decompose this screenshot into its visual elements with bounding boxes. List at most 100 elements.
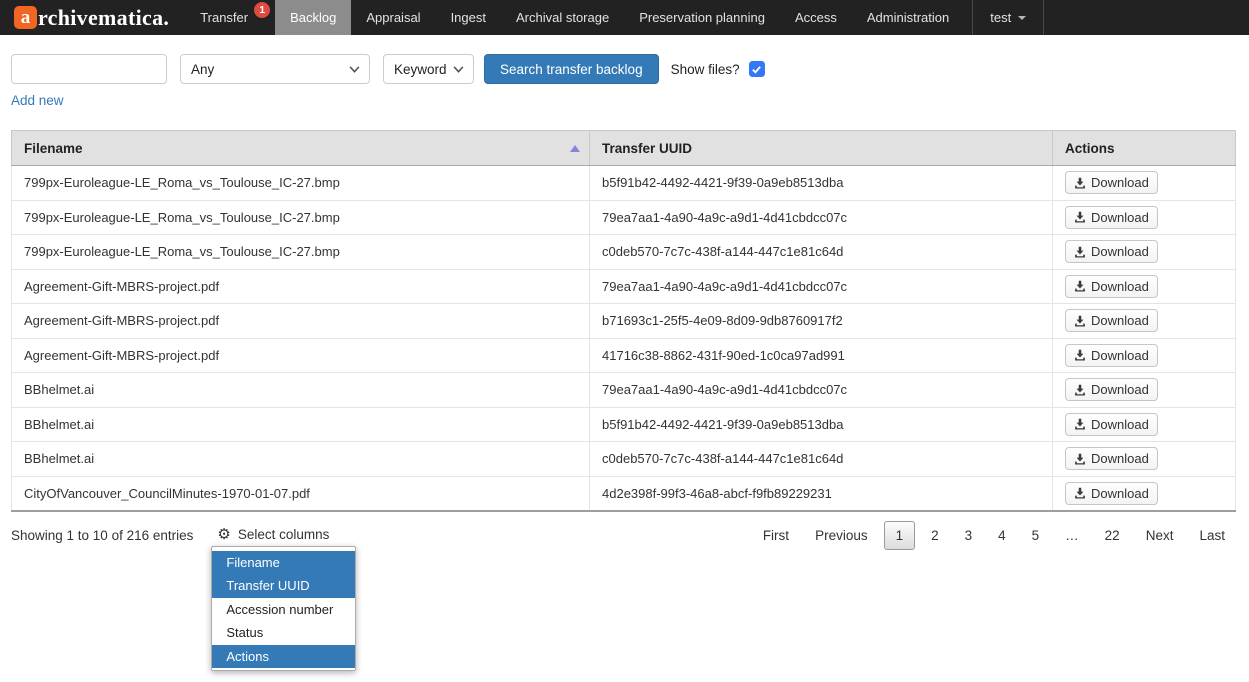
download-button[interactable]: Download <box>1065 275 1158 298</box>
uuid-cell: b5f91b42-4492-4421-9f39-0a9eb8513dba <box>590 166 1053 201</box>
nav-item-ingest[interactable]: Ingest <box>436 0 501 35</box>
pagination-page-1[interactable]: 1 <box>884 521 916 550</box>
filename-cell: BBhelmet.ai <box>12 407 590 442</box>
filename-cell: Agreement-Gift-MBRS-project.pdf <box>12 304 590 339</box>
search-field-select[interactable]: Any <box>180 54 370 84</box>
table-row: Agreement-Gift-MBRS-project.pdf 79ea7aa1… <box>12 269 1236 304</box>
filename-cell: BBhelmet.ai <box>12 442 590 477</box>
pagination-page-4[interactable]: 4 <box>988 521 1016 550</box>
filename-cell: CityOfVancouver_CouncilMinutes-1970-01-0… <box>12 476 590 511</box>
uuid-cell: c0deb570-7c7c-438f-a144-447c1e81c64d <box>590 235 1053 270</box>
search-field-value: Any <box>191 62 214 77</box>
user-menu[interactable]: test <box>972 0 1044 35</box>
download-button[interactable]: Download <box>1065 378 1158 401</box>
column-select-listbox: FilenameTransfer UUIDAccession numberSta… <box>211 546 356 672</box>
uuid-cell: c0deb570-7c7c-438f-a144-447c1e81c64d <box>590 442 1053 477</box>
column-header-transfer-uuid[interactable]: Transfer UUID <box>590 131 1053 166</box>
download-button[interactable]: Download <box>1065 482 1158 505</box>
pagination-page-22[interactable]: 22 <box>1095 521 1130 550</box>
select-columns-label: Select columns <box>238 527 330 542</box>
pagination-ellipsis: … <box>1055 521 1089 550</box>
nav-item-appraisal[interactable]: Appraisal <box>351 0 435 35</box>
nav-item-access[interactable]: Access <box>780 0 852 35</box>
table-footer: Showing 1 to 10 of 216 entries ⚙ Select … <box>11 521 1238 550</box>
filename-cell: Agreement-Gift-MBRS-project.pdf <box>12 269 590 304</box>
table-row: BBhelmet.ai 79ea7aa1-4a90-4a9c-a9d1-4d41… <box>12 373 1236 408</box>
column-option-filename[interactable]: Filename <box>212 551 355 575</box>
uuid-cell: b71693c1-25f5-4e09-8d09-9db8760917f2 <box>590 304 1053 339</box>
actions-cell: Download <box>1053 442 1236 477</box>
pagination-last[interactable]: Last <box>1189 521 1235 550</box>
search-query-input[interactable] <box>11 54 167 84</box>
top-navigation: a rchivematica. Transfer 1 Backlog Appra… <box>0 0 1249 35</box>
uuid-cell: 4d2e398f-99f3-46a8-abcf-f9fb89229231 <box>590 476 1053 511</box>
actions-cell: Download <box>1053 373 1236 408</box>
column-option-accession-number[interactable]: Accession number <box>212 598 355 622</box>
download-icon <box>1074 384 1086 396</box>
actions-cell: Download <box>1053 166 1236 201</box>
download-button[interactable]: Download <box>1065 413 1158 436</box>
nav-item-administration[interactable]: Administration <box>852 0 964 35</box>
column-option-transfer-uuid[interactable]: Transfer UUID <box>212 574 355 598</box>
show-files-control: Show files? <box>671 61 765 77</box>
column-option-status[interactable]: Status <box>212 621 355 645</box>
table-row: 799px-Euroleague-LE_Roma_vs_Toulouse_IC-… <box>12 235 1236 270</box>
add-new-link[interactable]: Add new <box>11 93 64 108</box>
column-option-actions[interactable]: Actions <box>212 645 355 669</box>
gear-icon: ⚙ <box>217 527 230 542</box>
pagination-page-5[interactable]: 5 <box>1022 521 1050 550</box>
table-row: CityOfVancouver_CouncilMinutes-1970-01-0… <box>12 476 1236 511</box>
nav-item-archival-storage[interactable]: Archival storage <box>501 0 624 35</box>
download-icon <box>1074 315 1086 327</box>
download-icon <box>1074 349 1086 361</box>
select-columns-control[interactable]: ⚙ Select columns FilenameTransfer UUIDAc… <box>217 521 329 542</box>
logo-icon: a <box>14 6 37 29</box>
actions-cell: Download <box>1053 235 1236 270</box>
search-bar: Any Keyword Search transfer backlog Show… <box>11 54 1238 84</box>
uuid-cell: 41716c38-8862-431f-90ed-1c0ca97ad991 <box>590 338 1053 373</box>
download-button[interactable]: Download <box>1065 240 1158 263</box>
download-button[interactable]: Download <box>1065 171 1158 194</box>
search-transfer-backlog-button[interactable]: Search transfer backlog <box>484 54 659 84</box>
search-type-value: Keyword <box>394 62 447 77</box>
nav-item-preservation-planning[interactable]: Preservation planning <box>624 0 780 35</box>
search-type-select[interactable]: Keyword <box>383 54 474 84</box>
chevron-down-icon <box>1018 16 1026 20</box>
download-button[interactable]: Download <box>1065 206 1158 229</box>
pagination-previous[interactable]: Previous <box>805 521 878 550</box>
pagination-first[interactable]: First <box>753 521 799 550</box>
column-header-actions[interactable]: Actions <box>1053 131 1236 166</box>
download-button[interactable]: Download <box>1065 344 1158 367</box>
chevron-down-icon <box>453 66 464 73</box>
actions-cell: Download <box>1053 200 1236 235</box>
uuid-cell: 79ea7aa1-4a90-4a9c-a9d1-4d41cbdcc07c <box>590 200 1053 235</box>
download-button[interactable]: Download <box>1065 309 1158 332</box>
filename-cell: Agreement-Gift-MBRS-project.pdf <box>12 338 590 373</box>
download-icon <box>1074 177 1086 189</box>
column-header-filename[interactable]: Filename <box>12 131 590 166</box>
pagination-next[interactable]: Next <box>1136 521 1184 550</box>
pagination-page-3[interactable]: 3 <box>955 521 983 550</box>
nav-item-backlog[interactable]: Backlog <box>275 0 351 35</box>
show-files-checkbox[interactable] <box>749 61 765 77</box>
nav-item-transfer[interactable]: Transfer 1 <box>185 0 275 35</box>
download-icon <box>1074 211 1086 223</box>
showing-entries-text: Showing 1 to 10 of 216 entries <box>11 521 193 543</box>
backlog-results-table: Filename Transfer UUID Actions 799px-Eur… <box>11 130 1236 512</box>
download-button[interactable]: Download <box>1065 447 1158 470</box>
actions-cell: Download <box>1053 407 1236 442</box>
table-row: Agreement-Gift-MBRS-project.pdf 41716c38… <box>12 338 1236 373</box>
pagination: First Previous 12345…22 Next Last <box>750 521 1238 550</box>
pagination-page-2[interactable]: 2 <box>921 521 949 550</box>
filename-cell: BBhelmet.ai <box>12 373 590 408</box>
download-icon <box>1074 418 1086 430</box>
uuid-cell: b5f91b42-4492-4421-9f39-0a9eb8513dba <box>590 407 1053 442</box>
logo-wordmark: rchivematica. <box>38 5 169 31</box>
uuid-cell: 79ea7aa1-4a90-4a9c-a9d1-4d41cbdcc07c <box>590 269 1053 304</box>
download-icon <box>1074 280 1086 292</box>
actions-cell: Download <box>1053 269 1236 304</box>
app-logo[interactable]: a rchivematica. <box>0 0 185 35</box>
table-row: 799px-Euroleague-LE_Roma_vs_Toulouse_IC-… <box>12 200 1236 235</box>
table-row: BBhelmet.ai c0deb570-7c7c-438f-a144-447c… <box>12 442 1236 477</box>
filename-cell: 799px-Euroleague-LE_Roma_vs_Toulouse_IC-… <box>12 166 590 201</box>
